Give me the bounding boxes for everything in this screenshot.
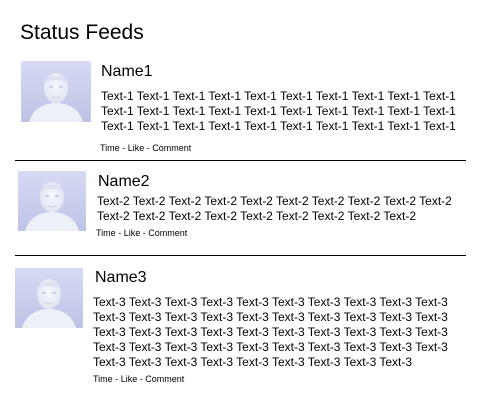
action-separator: - [139, 374, 143, 384]
action-separator: - [142, 228, 146, 238]
comment-link[interactable]: Comment [145, 374, 184, 384]
action-separator: - [146, 143, 150, 153]
like-link[interactable]: Like [128, 143, 145, 153]
page-title: Status Feeds [20, 21, 144, 44]
time-link[interactable]: Time [100, 143, 120, 153]
person-avatar-icon[interactable] [21, 61, 91, 122]
comment-link[interactable]: Comment [148, 228, 187, 238]
person-avatar-icon[interactable] [15, 268, 83, 328]
post-actions: Time - Like - Comment [96, 228, 187, 239]
post-divider [15, 255, 466, 256]
like-link[interactable]: Like [121, 374, 138, 384]
time-link[interactable]: Time [96, 228, 116, 238]
comment-link[interactable]: Comment [152, 143, 191, 153]
post-actions: Time - Like - Comment [93, 374, 184, 385]
like-link[interactable]: Like [124, 228, 141, 238]
action-separator: - [118, 228, 122, 238]
post-author-name[interactable]: Name3 [95, 269, 147, 287]
post-divider [15, 160, 466, 161]
time-link[interactable]: Time [93, 374, 113, 384]
post-author-name[interactable]: Name2 [98, 173, 150, 191]
person-avatar-icon[interactable] [18, 171, 86, 231]
action-separator: - [122, 143, 126, 153]
post-text: Text-3 Text-3 Text-3 Text-3 Text-3 Text-… [93, 295, 448, 369]
post-text: Text-2 Text-2 Text-2 Text-2 Text-2 Text-… [97, 194, 452, 223]
post-author-name[interactable]: Name1 [101, 63, 153, 81]
action-separator: - [115, 374, 119, 384]
post-text: Text-1 Text-1 Text-1 Text-1 Text-1 Text-… [101, 89, 456, 133]
post-actions: Time - Like - Comment [100, 143, 191, 154]
